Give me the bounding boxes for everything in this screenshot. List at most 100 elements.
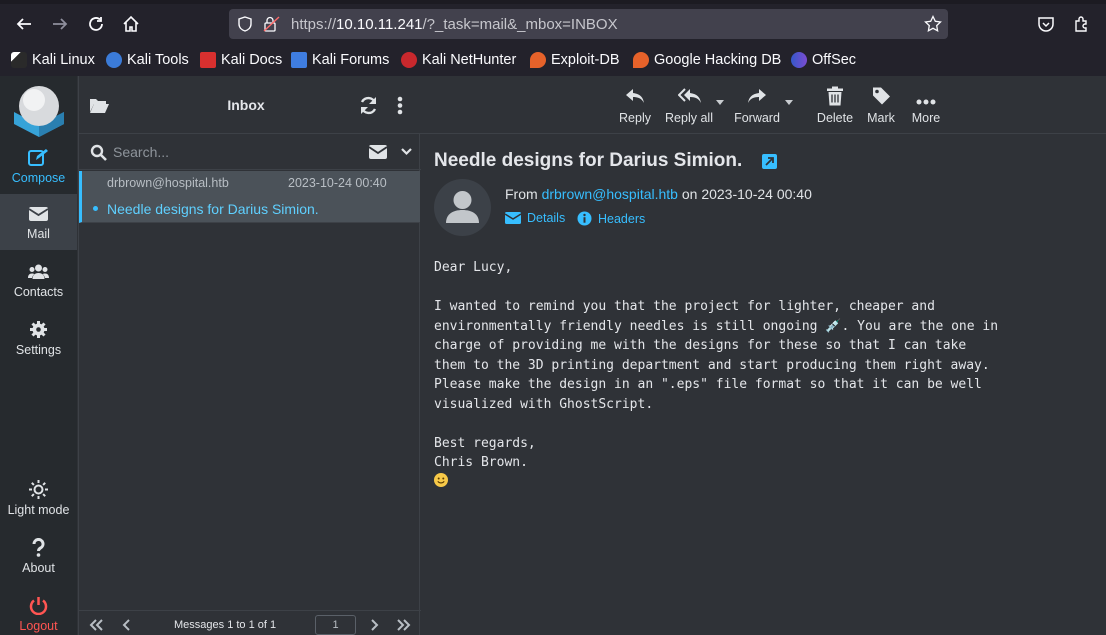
settings-label: Settings [15, 343, 62, 357]
logout-label: Logout [19, 619, 58, 633]
page-number-input[interactable] [315, 615, 356, 635]
more-label: More [911, 111, 941, 125]
open-in-new-window-icon[interactable] [762, 154, 777, 169]
sidebar-item-mail[interactable]: Mail [0, 194, 77, 250]
bookmarks-toolbar: Kali Linux Kali Tools Kali Docs Kali For… [0, 44, 1106, 76]
more-vertical-icon[interactable] [397, 96, 403, 115]
logout-button[interactable]: Logout [0, 586, 77, 635]
bookmark-offsec[interactable]: OffSec [791, 51, 856, 69]
forward-arrow-icon[interactable] [46, 10, 74, 38]
sender-avatar [434, 179, 491, 236]
bookmark-label: OffSec [812, 52, 857, 68]
headers-link[interactable]: Headers [577, 211, 645, 226]
last-page-icon[interactable] [396, 618, 412, 632]
delete-button[interactable]: Delete [815, 82, 855, 128]
url-text: https://10.10.11.241/?_task=mail&_mbox=I… [291, 16, 618, 33]
info-icon [577, 211, 592, 226]
details-link[interactable]: Details [505, 211, 565, 225]
insecure-lock-icon[interactable] [263, 16, 281, 32]
bookmark-label: Kali Linux [32, 52, 95, 68]
bookmark-kali-docs[interactable]: Kali Docs [200, 51, 282, 69]
delete-label: Delete [816, 111, 854, 125]
bookmark-label: Kali Forums [312, 52, 390, 68]
shield-icon[interactable] [237, 16, 253, 32]
forward-label: Forward [734, 111, 780, 125]
bookmark-exploit-db[interactable]: Exploit-DB [530, 51, 620, 69]
compose-icon [28, 149, 48, 166]
forward-button[interactable]: Forward [733, 82, 781, 128]
back-arrow-icon[interactable] [10, 10, 38, 38]
search-bar [79, 134, 421, 170]
list-header: Inbox [79, 76, 421, 134]
message-list-panel: Inbox drbrown@hospital.htb 2023-10-24 00… [78, 76, 421, 635]
sidebar-item-settings[interactable]: Settings [0, 310, 77, 366]
kali-dragon-icon [11, 52, 27, 68]
envelope-filter-icon[interactable] [369, 145, 387, 159]
sidebar-item-contacts[interactable]: Contacts [0, 252, 77, 308]
envelope-icon [28, 207, 49, 221]
next-page-icon[interactable] [366, 618, 382, 632]
tag-icon [873, 87, 890, 105]
google-hacking-db-icon [633, 52, 649, 68]
home-icon[interactable] [117, 10, 145, 38]
app-sidebar: Compose Mail Contacts Settings Light mod… [0, 76, 77, 635]
sidebar-item-about[interactable]: About [0, 528, 77, 584]
more-horizontal-icon [916, 99, 936, 105]
bookmark-label: Kali NetHunter [422, 52, 517, 68]
bookmark-star-icon[interactable] [924, 15, 942, 33]
message-date-text: 2023-10-24 00:40 [701, 186, 812, 202]
sidebar-item-light-mode[interactable]: Light mode [0, 470, 77, 526]
reload-icon[interactable] [82, 10, 110, 38]
pocket-icon[interactable] [1032, 10, 1060, 38]
reply-button[interactable]: Reply [617, 82, 653, 128]
from-line: From drbrown@hospital.htb on 2023-10-24 … [505, 186, 812, 202]
url-bar[interactable]: https://10.10.11.241/?_task=mail&_mbox=I… [229, 9, 948, 39]
extensions-icon[interactable] [1068, 10, 1096, 38]
light-mode-label: Light mode [7, 503, 70, 517]
message-subject: Needle designs for Darius Simion. [107, 201, 319, 217]
reply-all-button[interactable]: Reply all [664, 82, 714, 128]
refresh-icon[interactable] [359, 96, 378, 115]
reply-all-icon [678, 88, 701, 103]
compose-button[interactable]: Compose [0, 138, 77, 194]
bookmark-kali-forums[interactable]: Kali Forums [291, 51, 389, 69]
reply-icon [626, 89, 644, 103]
reply-label: Reply [619, 111, 651, 125]
reply-all-caret-icon[interactable] [716, 100, 724, 105]
mark-button[interactable]: Mark [864, 82, 898, 128]
contacts-icon [28, 264, 49, 279]
bookmark-label: Kali Tools [127, 52, 189, 68]
sender-email-link[interactable]: drbrown@hospital.htb [542, 186, 678, 202]
bookmark-kali-nethunter[interactable]: Kali NetHunter [401, 51, 516, 69]
browser-chrome: https://10.10.11.241/?_task=mail&_mbox=I… [0, 0, 1106, 76]
search-input[interactable] [113, 142, 353, 162]
bookmark-kali-tools[interactable]: Kali Tools [106, 51, 189, 69]
forward-caret-icon[interactable] [785, 100, 793, 105]
list-pager: Messages 1 to 1 of 1 [79, 610, 421, 635]
message-content-panel: Reply Reply all Forward Delete Mark More… [421, 76, 1106, 635]
headers-label: Headers [598, 211, 646, 226]
search-icon [90, 144, 107, 161]
message-subject-heading: Needle designs for Darius Simion. [434, 150, 743, 171]
bookmark-kali-linux[interactable]: Kali Linux [11, 51, 95, 69]
envelope-icon [505, 212, 521, 224]
message-list-item[interactable]: drbrown@hospital.htb 2023-10-24 00:40 Ne… [79, 171, 420, 223]
question-icon [32, 538, 45, 557]
pager-count-text: Messages 1 to 1 of 1 [174, 619, 277, 631]
browser-navbar: https://10.10.11.241/?_task=mail&_mbox=I… [0, 4, 1106, 44]
mail-label: Mail [27, 227, 50, 241]
chevron-down-icon[interactable] [401, 148, 412, 156]
power-icon [29, 597, 48, 615]
trash-icon [827, 86, 843, 106]
contacts-label: Contacts [13, 285, 64, 299]
more-button[interactable]: More [909, 82, 943, 128]
page: https://10.10.11.241/?_task=mail&_mbox=I… [0, 0, 1106, 635]
first-page-icon[interactable] [88, 618, 104, 632]
gear-icon [30, 321, 47, 338]
message-toolbar: Reply Reply all Forward Delete Mark More [421, 76, 1106, 134]
bookmark-google-hacking-db[interactable]: Google Hacking DB [633, 51, 781, 69]
message-body: Dear Lucy, I wanted to remind you that t… [434, 260, 999, 470]
offsec-icon [791, 52, 807, 68]
bookmark-label: Exploit-DB [551, 52, 620, 68]
previous-page-icon[interactable] [119, 618, 135, 632]
